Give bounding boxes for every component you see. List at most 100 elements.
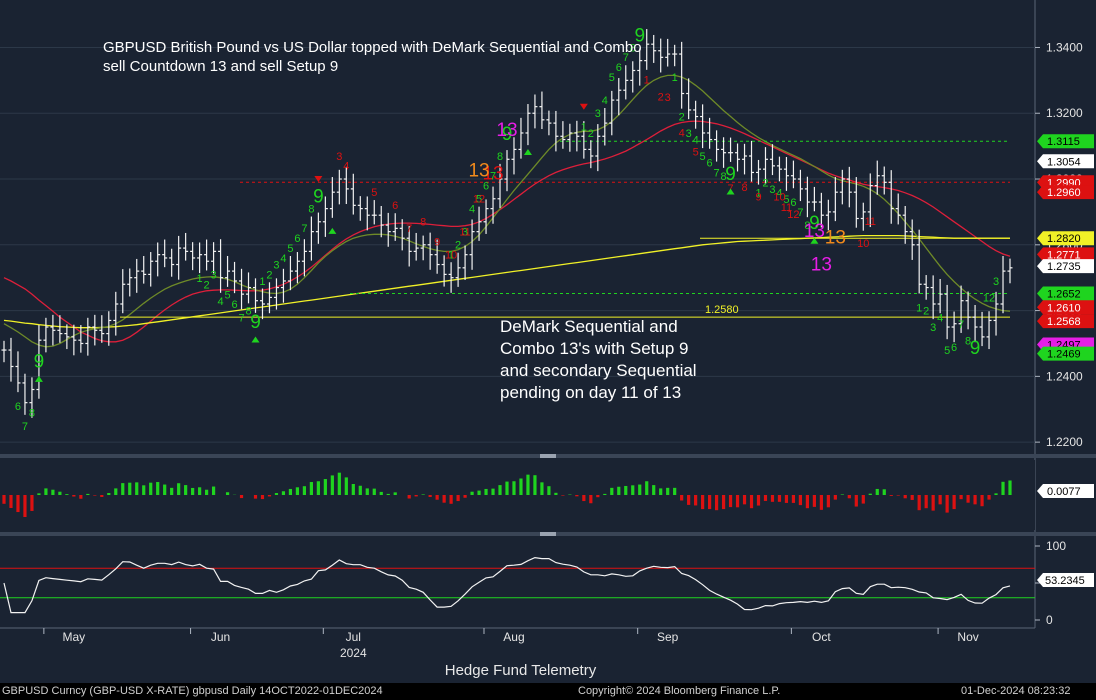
setup-count-label: 8 <box>497 151 503 163</box>
histogram-bar <box>526 474 530 495</box>
histogram-bar <box>721 495 726 510</box>
countdown-label: 12 <box>473 194 485 206</box>
setup-count-label: 2 <box>204 279 210 291</box>
histogram-bar <box>267 495 272 497</box>
price-tag-label: 1.2652 <box>1047 288 1081 300</box>
chart-annotation: DeMark Sequential and Combo 13's with Se… <box>500 317 697 402</box>
histogram-bar <box>952 495 956 510</box>
histogram-bar <box>484 488 488 495</box>
price-tag-label: 1.3115 <box>1047 136 1080 148</box>
histogram-bar <box>589 495 593 504</box>
setup-count-label: 5 <box>944 345 950 357</box>
histogram-bar <box>204 489 209 495</box>
setup-count-label: 4 <box>602 95 608 107</box>
histogram-bar <box>735 495 740 508</box>
histogram-bar <box>393 492 397 495</box>
histogram-bar <box>882 489 886 495</box>
histogram-bar <box>449 495 453 504</box>
level-label: 1.2580 <box>705 304 739 316</box>
histogram-bar <box>680 495 684 501</box>
setup-count-label: 7 <box>958 319 964 331</box>
histogram-bar <box>65 494 69 495</box>
histogram-bar <box>903 495 907 499</box>
setup-count-label: 7 <box>301 223 307 235</box>
histogram-bar <box>274 493 279 495</box>
histogram-bar <box>239 495 244 499</box>
panel-divider-handle-1[interactable] <box>540 454 556 458</box>
setup-count-label: 2 <box>679 112 685 124</box>
setup-count-label: 6 <box>707 158 713 170</box>
setup-count-label: 6 <box>294 233 300 245</box>
histogram-bar <box>86 493 90 495</box>
histogram-bar <box>896 495 900 496</box>
histogram-bar <box>9 495 13 508</box>
histogram-bar <box>51 489 55 495</box>
histogram-bar <box>316 481 320 495</box>
x-tick-label: Jul <box>346 630 361 644</box>
histogram-bar <box>987 495 991 500</box>
histogram-bar <box>351 484 355 495</box>
countdown-label: 1 <box>644 74 650 86</box>
histogram-bar <box>330 475 334 495</box>
histogram-bar <box>554 492 558 495</box>
setup-count-label: 8 <box>29 408 35 420</box>
histogram-bar <box>596 495 600 498</box>
price-tag: 1.2735 <box>1037 259 1094 274</box>
countdown-label: 4 <box>679 128 685 140</box>
countdown-label: 8 <box>420 217 426 229</box>
histogram-bar <box>826 495 830 508</box>
histogram-bar <box>170 487 174 495</box>
panel-divider-handle-2[interactable] <box>540 532 556 536</box>
histogram-bar <box>253 495 258 499</box>
histogram-bar <box>777 495 782 502</box>
setup-count-label: 1 <box>672 72 678 84</box>
histogram-bar <box>505 481 509 495</box>
histogram-bar <box>344 477 348 495</box>
setup-count-label: 4 <box>937 312 943 324</box>
countdown-label: 4 <box>343 161 349 173</box>
histogram-bar <box>540 482 544 495</box>
y-tick-label: 1.3400 <box>1046 40 1083 54</box>
countdown-label: 13 <box>496 120 517 141</box>
histogram-bar <box>211 486 216 495</box>
countdown-label: 7 <box>406 223 412 235</box>
histogram-bar <box>463 495 467 498</box>
setup-count-label: 1 <box>197 273 203 285</box>
histogram-bar <box>372 488 376 495</box>
histogram-bar <box>184 485 188 495</box>
x-tick-label: Oct <box>812 630 831 644</box>
histogram-bar <box>149 482 153 495</box>
histogram-bar <box>442 495 446 503</box>
setup-count-label: 2 <box>266 269 272 281</box>
histogram-bar <box>37 493 41 495</box>
histogram-bar <box>491 488 495 495</box>
osc-tick-label: 0 <box>1046 613 1053 627</box>
histogram-bar <box>819 495 823 510</box>
histogram-bar <box>519 478 523 495</box>
histogram-bar <box>358 485 362 495</box>
histogram-bar <box>645 481 649 495</box>
histogram-bar <box>701 495 705 510</box>
histogram-background <box>0 460 1035 530</box>
histogram-bar <box>798 495 803 506</box>
setup-count-label: 4 <box>693 135 699 147</box>
histogram-bar <box>847 495 851 499</box>
histogram-bar <box>610 487 614 495</box>
histogram-bar <box>812 495 816 507</box>
histogram-bar <box>791 495 796 503</box>
histogram-bar <box>16 495 20 513</box>
setup-count-label: 9 <box>313 187 324 208</box>
histogram-panel: 0.0077 <box>0 460 1094 530</box>
histogram-bar <box>763 495 768 501</box>
price-tag-label: 1.2469 <box>1047 349 1081 361</box>
x-tick-label: Nov <box>957 630 978 644</box>
price-tag-label: 1.2610 <box>1047 302 1081 314</box>
histogram-bar <box>687 495 691 505</box>
x-tick-label: Aug <box>503 630 524 644</box>
setup-count-label: 3 <box>930 322 936 334</box>
histogram-bar <box>694 495 698 506</box>
histogram-bar <box>128 482 132 495</box>
histogram-bar <box>23 495 27 517</box>
histogram-bar <box>854 495 858 507</box>
bloomberg-footer: GBPUSD Curncy (GBP-USD X-RATE) gbpusd Da… <box>0 683 1096 700</box>
